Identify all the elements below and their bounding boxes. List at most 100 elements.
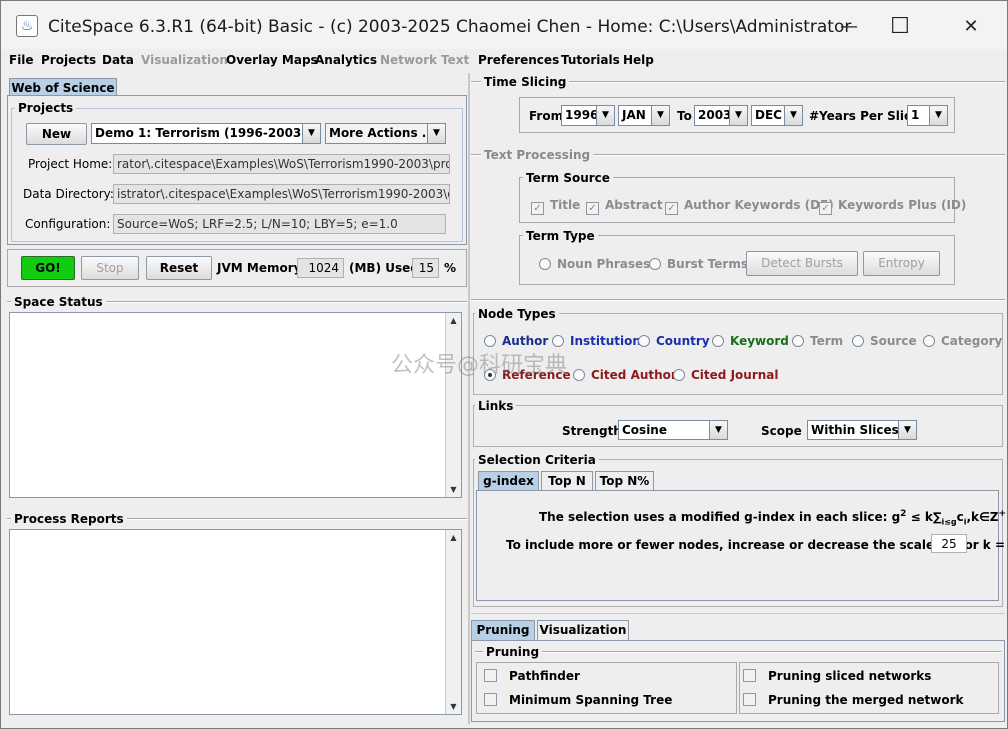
title-checkbox-label: Title bbox=[550, 198, 581, 212]
scroll-down-icon[interactable]: ▼ bbox=[446, 699, 461, 714]
to-year-select[interactable]: 2003 ▼ bbox=[694, 105, 748, 126]
to-month-select[interactable]: DEC ▼ bbox=[751, 105, 803, 126]
new-project-button[interactable]: New bbox=[26, 123, 87, 145]
from-month-select[interactable]: JAN ▼ bbox=[618, 105, 670, 126]
mst-checkbox[interactable]: Minimum Spanning Tree bbox=[484, 693, 672, 707]
jvm-memory-value: 1024 bbox=[297, 258, 344, 278]
noun-phrases-radio[interactable]: Noun Phrases bbox=[539, 257, 650, 271]
maximize-button[interactable]: ☐ bbox=[886, 13, 914, 41]
jvm-memory-label: JVM Memory bbox=[217, 261, 302, 275]
node-types-separator bbox=[471, 299, 1005, 301]
checkbox-icon bbox=[743, 693, 756, 706]
entropy-button[interactable]: Entropy bbox=[863, 251, 940, 276]
project-select-value: Demo 1: Terrorism (1996-2003) bbox=[95, 126, 307, 140]
menu-projects[interactable]: Projects bbox=[41, 53, 96, 67]
tab-top-n-percent[interactable]: Top N% bbox=[595, 471, 654, 490]
menu-text[interactable]: Text bbox=[441, 53, 469, 67]
process-reports-area[interactable]: ▲ ▼ bbox=[9, 529, 462, 715]
minimize-button[interactable]: — bbox=[835, 13, 863, 41]
java-app-icon: ♨ bbox=[16, 15, 38, 37]
time-slicing-legend: Time Slicing bbox=[481, 75, 570, 89]
pathfinder-checkbox[interactable]: Pathfinder bbox=[484, 669, 580, 683]
years-per-slice-select[interactable]: 1 ▼ bbox=[907, 105, 948, 126]
more-actions-select[interactable]: More Actions ... ▼ bbox=[325, 123, 446, 144]
node-source-radio[interactable]: Source bbox=[852, 334, 917, 348]
scroll-down-icon[interactable]: ▼ bbox=[446, 482, 461, 497]
space-status-area[interactable]: ▲ ▼ bbox=[9, 312, 462, 498]
scope-value: Within Slices bbox=[811, 423, 899, 437]
checkbox-icon bbox=[743, 669, 756, 682]
author-keywords-checkbox[interactable]: ✓ Author Keywords (DE) bbox=[665, 198, 834, 215]
node-author-radio[interactable]: Author bbox=[484, 334, 548, 348]
pruning-sliced-label: Pruning sliced networks bbox=[768, 669, 932, 683]
abstract-checkbox[interactable]: ✓ Abstract bbox=[586, 198, 663, 215]
more-actions-value: More Actions ... bbox=[329, 126, 436, 140]
projects-legend: Projects bbox=[15, 101, 77, 115]
detect-bursts-button[interactable]: Detect Bursts bbox=[746, 251, 858, 276]
menu-help[interactable]: Help bbox=[623, 53, 654, 67]
split-divider[interactable] bbox=[468, 73, 470, 724]
project-select[interactable]: Demo 1: Terrorism (1996-2003) ▼ bbox=[91, 123, 321, 144]
node-country-radio[interactable]: Country bbox=[638, 334, 710, 348]
space-status-scrollbar[interactable]: ▲ ▼ bbox=[445, 313, 461, 497]
chevron-down-icon: ▼ bbox=[427, 124, 445, 143]
menu-data[interactable]: Data bbox=[102, 53, 134, 67]
menu-overlay-maps[interactable]: Overlay Maps bbox=[226, 53, 318, 67]
menu-network[interactable]: Network bbox=[380, 53, 437, 67]
radio-icon bbox=[539, 258, 551, 270]
node-keyword-label: Keyword bbox=[730, 334, 789, 348]
pruning-sliced-checkbox[interactable]: Pruning sliced networks bbox=[743, 669, 931, 683]
keywords-plus-checkbox[interactable]: ✓ Keywords Plus (ID) bbox=[819, 198, 966, 215]
stop-button[interactable]: Stop bbox=[81, 256, 139, 280]
burst-terms-label: Burst Terms bbox=[667, 257, 748, 271]
node-category-label: Category bbox=[941, 334, 1003, 348]
tab-g-index[interactable]: g-index bbox=[478, 471, 539, 490]
node-cited-journal-label: Cited Journal bbox=[691, 368, 779, 382]
chevron-down-icon: ▼ bbox=[709, 421, 727, 439]
node-keyword-radio[interactable]: Keyword bbox=[712, 334, 789, 348]
menu-preferences[interactable]: Preferences bbox=[478, 53, 559, 67]
menu-visualization[interactable]: Visualization bbox=[141, 53, 228, 67]
title-checkbox[interactable]: ✓ Title bbox=[531, 198, 580, 215]
scroll-up-icon[interactable]: ▲ bbox=[446, 530, 461, 545]
tab-top-n[interactable]: Top N bbox=[541, 471, 593, 490]
scope-select[interactable]: Within Slices ▼ bbox=[807, 420, 917, 440]
radio-icon bbox=[649, 258, 661, 270]
check-icon: ✓ bbox=[665, 202, 678, 215]
burst-terms-radio[interactable]: Burst Terms bbox=[649, 257, 748, 271]
mb-used-label: (MB) Used bbox=[349, 261, 419, 275]
go-button[interactable]: GO! bbox=[21, 256, 75, 280]
node-cited-author-radio[interactable]: Cited Author bbox=[573, 368, 677, 382]
tab-web-of-science[interactable]: Web of Science bbox=[9, 78, 117, 96]
from-year-select[interactable]: 1996 ▼ bbox=[561, 105, 615, 126]
window-title: CiteSpace 6.3.R1 (64-bit) Basic - (c) 20… bbox=[48, 17, 852, 37]
check-icon: ✓ bbox=[531, 202, 544, 215]
strength-select[interactable]: Cosine ▼ bbox=[618, 420, 728, 440]
checkbox-icon bbox=[484, 693, 497, 706]
term-source-legend: Term Source bbox=[523, 171, 613, 185]
reset-button[interactable]: Reset bbox=[146, 256, 212, 280]
node-category-radio[interactable]: Category bbox=[923, 334, 1002, 348]
years-per-slice-value: 1 bbox=[911, 108, 920, 122]
formula-k: ,k∈Z bbox=[966, 510, 999, 524]
project-home-field[interactable]: rator\.citespace\Examples\WoS\Terrorism1… bbox=[113, 154, 450, 174]
pathfinder-label: Pathfinder bbox=[509, 669, 580, 683]
configuration-field[interactable]: Source=WoS; LRF=2.5; L/N=10; LBY=5; e=1.… bbox=[113, 214, 446, 234]
tab-pruning[interactable]: Pruning bbox=[471, 620, 535, 640]
node-term-label: Term bbox=[810, 334, 844, 348]
process-reports-scrollbar[interactable]: ▲ ▼ bbox=[445, 530, 461, 714]
check-icon: ✓ bbox=[586, 202, 599, 215]
pruning-merged-checkbox[interactable]: Pruning the merged network bbox=[743, 693, 964, 707]
node-institution-radio[interactable]: Institution bbox=[552, 334, 641, 348]
menu-file[interactable]: File bbox=[9, 53, 34, 67]
menu-analytics[interactable]: Analytics bbox=[315, 53, 377, 67]
menu-tutorials[interactable]: Tutorials bbox=[561, 53, 620, 67]
scale-factor-input[interactable]: 25 bbox=[931, 534, 967, 553]
tab-visualization[interactable]: Visualization bbox=[537, 620, 629, 640]
node-cited-journal-radio[interactable]: Cited Journal bbox=[673, 368, 779, 382]
data-directory-field[interactable]: istrator\.citespace\Examples\WoS\Terrori… bbox=[113, 184, 450, 204]
close-button[interactable]: ✕ bbox=[957, 13, 985, 41]
citespace-window: ♨ CiteSpace 6.3.R1 (64-bit) Basic - (c) … bbox=[0, 0, 1008, 729]
scroll-up-icon[interactable]: ▲ bbox=[446, 313, 461, 328]
node-term-radio[interactable]: Term bbox=[792, 334, 843, 348]
